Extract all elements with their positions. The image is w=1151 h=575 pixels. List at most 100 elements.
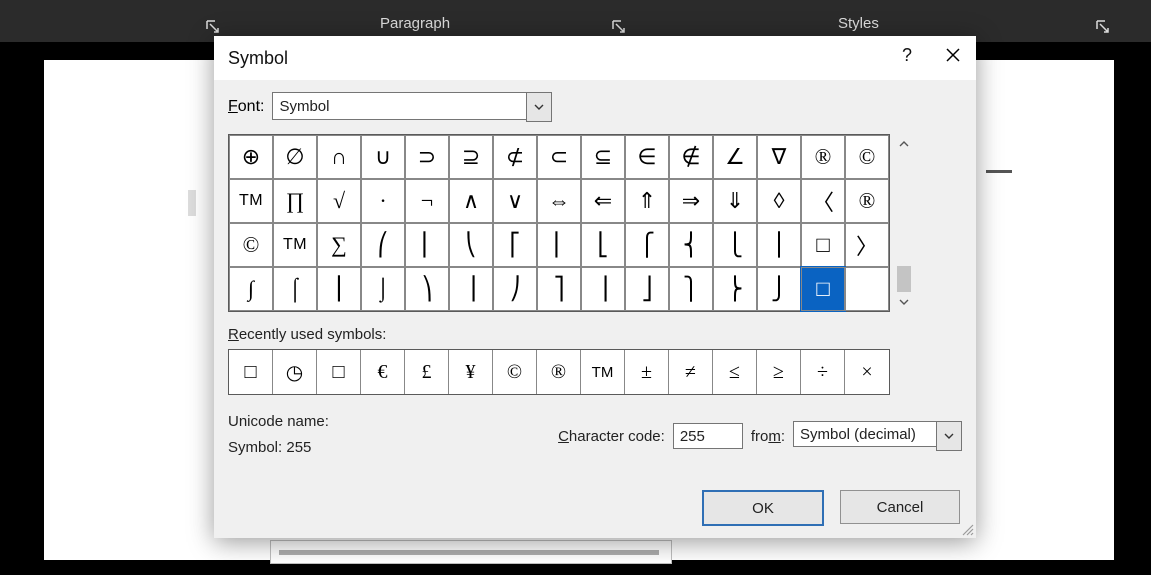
symbol-cell[interactable]: ⊄ [493, 135, 537, 179]
symbol-cell[interactable]: ⎡ [493, 223, 537, 267]
symbol-cell[interactable]: ⎥ [581, 267, 625, 311]
symbol-cell[interactable]: ∩ [317, 135, 361, 179]
symbol-cell[interactable]: ⎧ [625, 223, 669, 267]
symbol-grid[interactable]: ⊕∅∩∪⊃⊇⊄⊂⊆∈∉∠∇®©TM∏√·¬∧∨⇔⇐⇑⇒⇓◊〈®©TM∑⎛⎜⎝⎡⎢… [228, 134, 890, 312]
symbol-cell[interactable]: 〈 [801, 179, 845, 223]
ok-button[interactable]: OK [702, 490, 824, 526]
symbol-cell[interactable]: ⎪ [757, 223, 801, 267]
scroll-down-icon[interactable] [894, 292, 914, 312]
symbol-cell[interactable]: ⊆ [581, 135, 625, 179]
symbol-cell[interactable]: ∧ [449, 179, 493, 223]
symbol-cell[interactable]: ⎤ [537, 267, 581, 311]
symbol-cell[interactable]: ⌠ [273, 267, 317, 311]
symbol-cell[interactable]: □ [801, 223, 845, 267]
symbol-cell[interactable]: ∫ [229, 267, 273, 311]
symbol-cell[interactable]: ⎭ [757, 267, 801, 311]
page-margin-mark [188, 190, 196, 216]
recent-symbol-cell[interactable]: ≠ [669, 350, 713, 394]
scroll-up-icon[interactable] [894, 134, 914, 154]
scroll-thumb[interactable] [897, 266, 911, 292]
from-combobox-value[interactable]: Symbol (decimal) [793, 421, 936, 447]
grid-scrollbar[interactable] [894, 134, 914, 312]
symbol-cell[interactable]: ⎦ [625, 267, 669, 311]
symbol-cell[interactable]: ⎟ [449, 267, 493, 311]
recent-symbol-cell[interactable]: □ [229, 350, 273, 394]
symbol-cell[interactable]: · [361, 179, 405, 223]
symbol-cell[interactable]: TM [273, 223, 317, 267]
symbol-cell[interactable]: ⎨ [669, 223, 713, 267]
symbol-cell[interactable]: ® [801, 135, 845, 179]
symbol-cell[interactable]: ⇔ [537, 179, 581, 223]
recent-symbol-cell[interactable]: ◷ [273, 350, 317, 394]
symbol-cell[interactable]: ∪ [361, 135, 405, 179]
close-button[interactable] [930, 36, 976, 74]
dialog-titlebar[interactable]: Symbol ? [214, 36, 976, 80]
symbol-cell[interactable]: ⊇ [449, 135, 493, 179]
embedded-scrollbar[interactable] [270, 540, 672, 564]
symbol-cell[interactable]: © [229, 223, 273, 267]
symbol-cell[interactable]: ∇ [757, 135, 801, 179]
symbol-cell[interactable]: ⎣ [581, 223, 625, 267]
symbol-cell[interactable]: ⎞ [405, 267, 449, 311]
page-margin-mark [986, 170, 1012, 173]
symbol-cell[interactable]: ◊ [757, 179, 801, 223]
symbol-cell[interactable] [845, 267, 889, 311]
symbol-cell[interactable]: ⎠ [493, 267, 537, 311]
symbol-cell[interactable]: ∈ [625, 135, 669, 179]
symbol-cell[interactable]: ¬ [405, 179, 449, 223]
dialog-launcher-icon[interactable] [1096, 20, 1110, 34]
symbol-cell[interactable]: ⇒ [669, 179, 713, 223]
resize-grip-icon[interactable] [960, 522, 974, 536]
recent-symbol-cell[interactable]: ≥ [757, 350, 801, 394]
symbol-cell[interactable]: ⇑ [625, 179, 669, 223]
symbol-cell[interactable]: ⎢ [537, 223, 581, 267]
symbol-cell[interactable]: ∨ [493, 179, 537, 223]
font-combobox-value[interactable]: Symbol [272, 92, 526, 120]
symbol-cell[interactable]: √ [317, 179, 361, 223]
symbol-cell[interactable]: ∠ [713, 135, 757, 179]
cancel-button[interactable]: Cancel [840, 490, 960, 524]
symbol-cell[interactable]: ∏ [273, 179, 317, 223]
from-combobox[interactable]: Symbol (decimal) [793, 421, 962, 451]
symbol-cell[interactable]: ⎛ [361, 223, 405, 267]
symbol-cell[interactable]: © [845, 135, 889, 179]
recent-symbol-cell[interactable]: ± [625, 350, 669, 394]
recent-symbol-cell[interactable]: © [493, 350, 537, 394]
recent-symbols-grid[interactable]: □◷□€£¥©®TM±≠≤≥÷× [228, 349, 890, 395]
recent-symbol-cell[interactable]: □ [317, 350, 361, 394]
symbol-cell[interactable]: ⊕ [229, 135, 273, 179]
recent-symbol-cell[interactable]: TM [581, 350, 625, 394]
symbol-cell[interactable]: ∅ [273, 135, 317, 179]
recent-symbol-cell[interactable]: ÷ [801, 350, 845, 394]
symbol-cell[interactable]: ⎜ [405, 223, 449, 267]
symbol-cell[interactable]: ⊂ [537, 135, 581, 179]
chevron-down-icon[interactable] [526, 92, 552, 122]
symbol-cell[interactable]: ⎝ [449, 223, 493, 267]
symbol-cell[interactable]: ∉ [669, 135, 713, 179]
recent-symbol-cell[interactable]: ® [537, 350, 581, 394]
chevron-down-icon[interactable] [936, 421, 962, 451]
symbol-cell[interactable]: ⎩ [713, 223, 757, 267]
recent-symbol-cell[interactable]: ≤ [713, 350, 757, 394]
dialog-launcher-icon[interactable] [206, 20, 220, 34]
symbol-cell[interactable]: □ [801, 267, 845, 311]
help-button[interactable]: ? [884, 36, 930, 74]
symbol-cell[interactable]: ® [845, 179, 889, 223]
recent-symbol-cell[interactable]: ¥ [449, 350, 493, 394]
symbol-cell[interactable]: ⇓ [713, 179, 757, 223]
dialog-launcher-icon[interactable] [612, 20, 626, 34]
symbol-cell[interactable]: ⊃ [405, 135, 449, 179]
symbol-cell[interactable]: 〉 [845, 223, 889, 267]
font-combobox[interactable]: Symbol [272, 92, 552, 122]
symbol-cell[interactable]: ⎫ [669, 267, 713, 311]
recent-symbol-cell[interactable]: € [361, 350, 405, 394]
symbol-cell[interactable]: ⎮ [317, 267, 361, 311]
symbol-cell[interactable]: ⇐ [581, 179, 625, 223]
symbol-cell[interactable]: ∑ [317, 223, 361, 267]
recent-symbol-cell[interactable]: × [845, 350, 889, 394]
char-code-input[interactable]: 255 [673, 423, 743, 449]
recent-symbol-cell[interactable]: £ [405, 350, 449, 394]
symbol-cell[interactable]: ⌡ [361, 267, 405, 311]
symbol-cell[interactable]: TM [229, 179, 273, 223]
symbol-cell[interactable]: ⎬ [713, 267, 757, 311]
